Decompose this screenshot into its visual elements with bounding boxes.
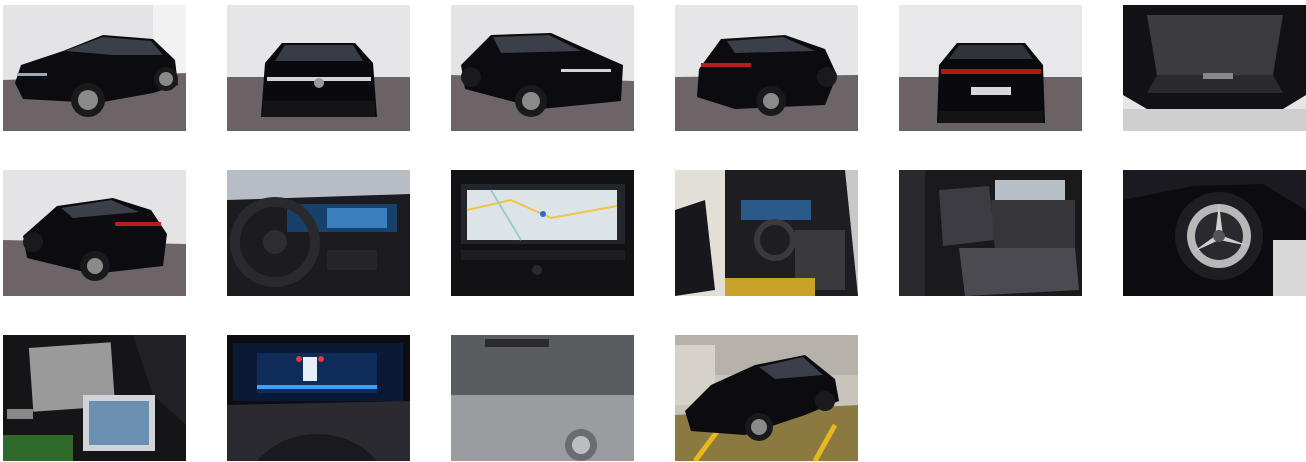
- document-photo-icon: [3, 335, 186, 461]
- thumbnail-instrument-cluster[interactable]: [227, 335, 410, 461]
- thumbnail-rear-seats[interactable]: [899, 170, 1082, 296]
- photo-gallery: [0, 0, 1306, 462]
- car-photo-icon: [675, 335, 858, 461]
- thumbnail-front-left-warehouse[interactable]: [675, 335, 858, 461]
- thumbnail-rear-exterior[interactable]: [899, 5, 1082, 131]
- interior-photo-icon: [675, 170, 858, 296]
- car-photo-icon: [3, 5, 186, 131]
- wheel-photo-icon: [1123, 170, 1306, 296]
- thumbnail-documents-on-seat[interactable]: [3, 335, 186, 461]
- dashboard-photo-icon: [227, 170, 410, 296]
- car-photo-icon: [3, 170, 186, 296]
- thumbnail-windshield-detail[interactable]: [451, 335, 634, 461]
- car-photo-icon: [899, 5, 1082, 131]
- seat-photo-icon: [899, 170, 1082, 296]
- thumbnail-front-exterior[interactable]: [227, 5, 410, 131]
- thumbnail-driver-door-open[interactable]: [675, 170, 858, 296]
- thumbnail-dashboard-cockpit[interactable]: [227, 170, 410, 296]
- thumbnail-rear-left-exterior[interactable]: [3, 170, 186, 296]
- trunk-photo-icon: [1123, 5, 1306, 131]
- thumbnail-wheel-rim[interactable]: [1123, 170, 1306, 296]
- thumbnail-front-right-exterior[interactable]: [451, 5, 634, 131]
- car-photo-icon: [227, 5, 410, 131]
- thumbnail-front-left-exterior[interactable]: [3, 5, 186, 131]
- thumbnail-rear-right-exterior[interactable]: [675, 5, 858, 131]
- thumbnail-trunk-interior[interactable]: [1123, 5, 1306, 131]
- car-photo-icon: [451, 5, 634, 131]
- car-photo-icon: [675, 5, 858, 131]
- gauge-photo-icon: [227, 335, 410, 461]
- thumbnail-navigation-screen[interactable]: [451, 170, 634, 296]
- map-screen-photo-icon: [451, 170, 634, 296]
- glass-photo-icon: [451, 335, 634, 461]
